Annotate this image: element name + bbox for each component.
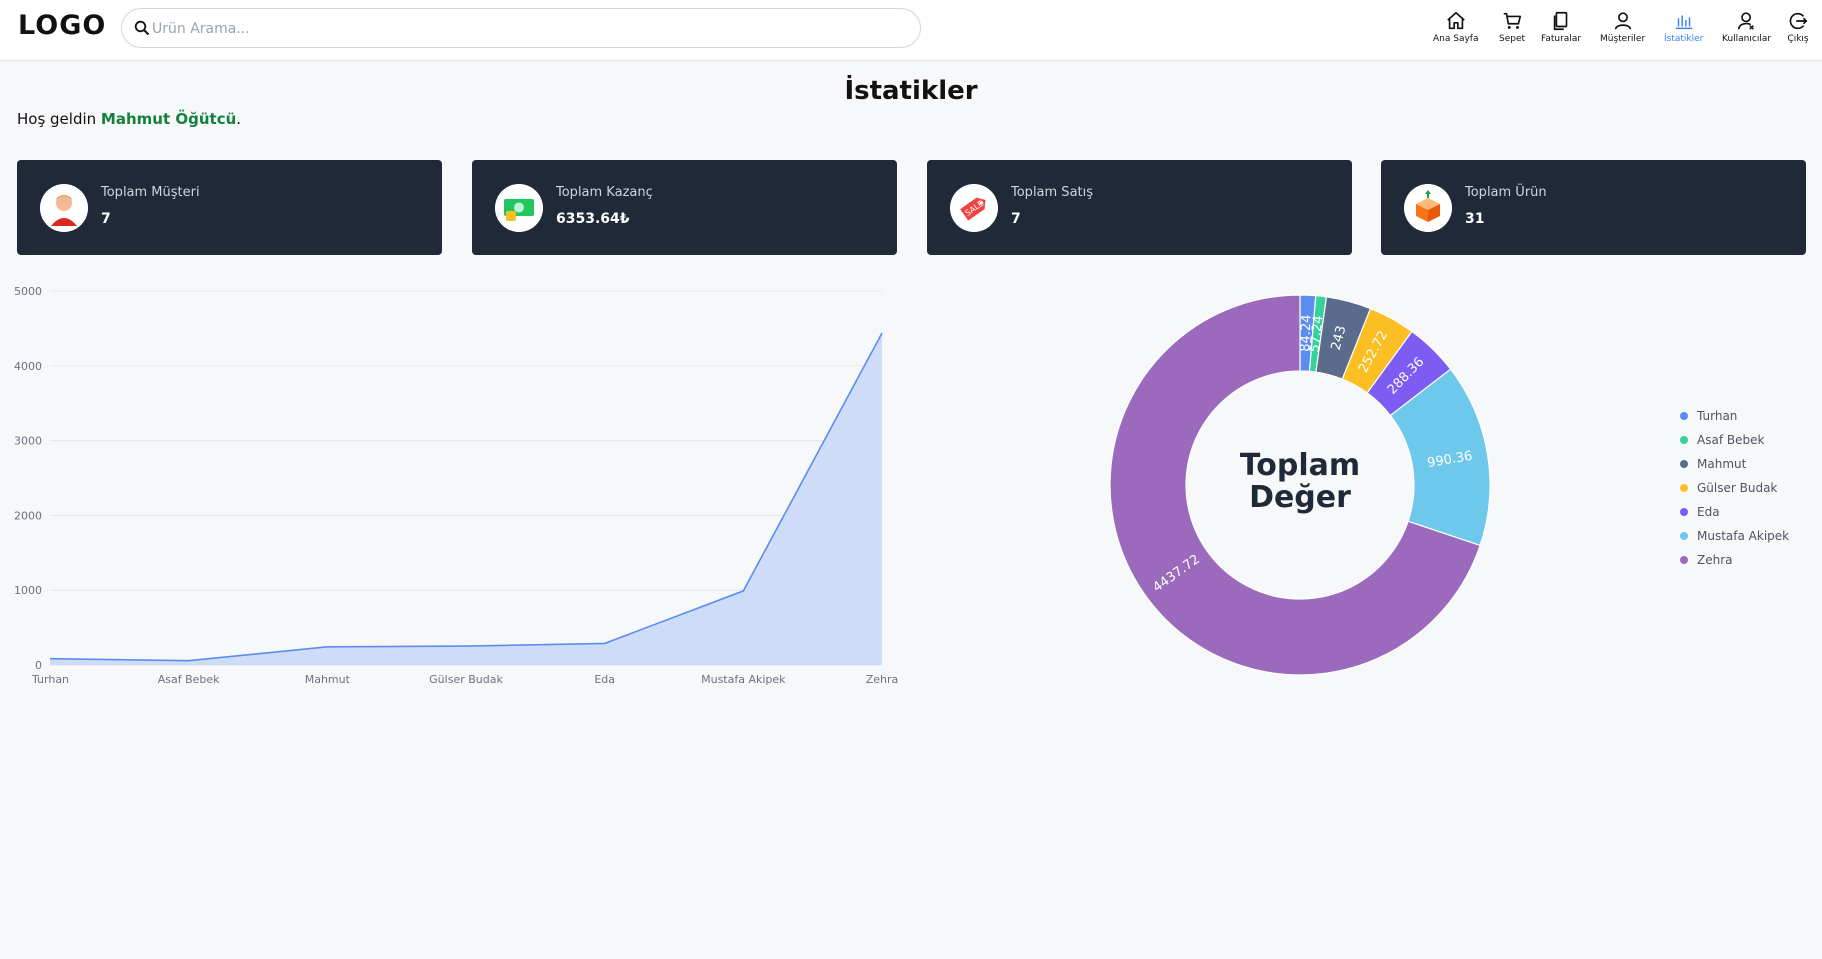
nav-invoices-label: Faturalar (1541, 34, 1582, 44)
user-name: Mahmut Öğütcü (100, 110, 237, 128)
nav-cart-label: Sepet (1499, 34, 1526, 44)
home-icon (1446, 11, 1465, 30)
stat-card-customers: Toplam Müşteri 7 (17, 160, 442, 255)
x-tick-label: Eda (594, 673, 615, 686)
legend-dot (1680, 556, 1688, 564)
x-tick-label: Asaf Bebek (158, 673, 220, 686)
area-chart: 0 1000 2000 3000 4000 5000 Turhan Asaf Bebek Mah… (14, 285, 899, 686)
legend-dot (1680, 532, 1688, 540)
y-tick-label: 0 (35, 659, 42, 672)
legend-item[interactable]: Mahmut (1680, 452, 1789, 476)
stat-value: 6353.64₺ (556, 211, 630, 227)
legend-label: Eda (1697, 505, 1720, 519)
chart-legend: Turhan Asaf Bebek Mahmut Gülser Budak Eda Mus… (1680, 404, 1789, 572)
legend-item[interactable]: Turhan (1680, 404, 1789, 428)
logout-icon (1789, 12, 1808, 30)
search-box[interactable] (121, 8, 921, 48)
stat-label: Toplam Satış (1011, 185, 1094, 200)
search-input[interactable] (152, 16, 892, 42)
legend-label: Turhan (1697, 409, 1738, 423)
logo[interactable]: LOGO (18, 10, 106, 41)
donut-center-line-2: Değer (1249, 480, 1351, 515)
nav-users-label: Kullanıcılar (1722, 34, 1772, 44)
legend-dot (1680, 460, 1688, 468)
welcome-message: Hoş geldin Mahmut Öğütcü. (17, 110, 241, 128)
stat-value: 7 (1011, 211, 1021, 227)
legend-dot (1680, 412, 1688, 420)
nav-cart[interactable]: Sepet (1499, 10, 1525, 44)
users-icon (1737, 12, 1754, 30)
nav-logout[interactable]: Çıkış (1787, 10, 1809, 44)
x-tick-label: Mahmut (305, 673, 351, 686)
legend-item[interactable]: Zehra (1680, 548, 1789, 572)
area-fill (50, 333, 882, 665)
top-bar: LOGO Ana Sayfa Sepet Faturalar Müşterile… (0, 0, 1822, 61)
legend-label: Gülser Budak (1697, 481, 1778, 495)
search-icon (134, 20, 150, 36)
welcome-prefix: Hoş geldin (17, 110, 101, 128)
stat-card-sales: SALE Toplam Satış 7 (927, 160, 1352, 255)
y-tick-label: 5000 (14, 285, 42, 298)
legend-item[interactable]: Gülser Budak (1680, 476, 1789, 500)
nav-logout-label: Çıkış (1787, 34, 1809, 44)
stat-label: Toplam Kazanç (556, 185, 653, 200)
nav-customers-label: Müşteriler (1600, 34, 1646, 44)
legend-dot (1680, 436, 1688, 444)
stat-label: Toplam Müşteri (101, 185, 200, 200)
legend-label: Zehra (1697, 553, 1733, 567)
legend-item[interactable]: Asaf Bebek (1680, 428, 1789, 452)
welcome-suffix: . (236, 110, 242, 128)
x-tick-label: Mustafa Akipek (701, 673, 786, 686)
user-icon (1614, 12, 1631, 30)
y-tick-label: 1000 (14, 584, 42, 597)
legend-dot (1680, 484, 1688, 492)
x-tick-label: Zehra (866, 673, 899, 686)
stat-card-products: Toplam Ürün 31 (1381, 160, 1806, 255)
legend-label: Mustafa Akipek (1697, 529, 1790, 543)
chart-icon (1675, 15, 1692, 30)
cart-icon (1503, 12, 1522, 29)
x-tick-label: Turhan (31, 673, 69, 686)
nav-home[interactable]: Ana Sayfa (1433, 10, 1478, 44)
legend-item[interactable]: Mustafa Akipek (1680, 524, 1789, 548)
stat-label: Toplam Ürün (1465, 185, 1547, 200)
legend-item[interactable]: Eda (1680, 500, 1789, 524)
box-icon (1404, 184, 1452, 232)
sale-tag-icon: SALE (950, 184, 998, 232)
nav-statistics[interactable]: İstatikler (1664, 10, 1703, 44)
legend-dot (1680, 508, 1688, 516)
money-icon (495, 184, 543, 232)
page-title: İstatikler (844, 76, 978, 106)
nav-customers[interactable]: Müşteriler (1600, 10, 1645, 44)
y-tick-label: 2000 (14, 509, 42, 522)
nav-users[interactable]: Kullanıcılar (1722, 10, 1771, 44)
nav-statistics-label: İstatikler (1664, 34, 1704, 44)
donut-center-title: Toplam Değer (1100, 450, 1500, 514)
customer-icon (40, 184, 88, 232)
legend-label: Asaf Bebek (1697, 433, 1765, 447)
invoice-icon (1553, 11, 1568, 31)
y-tick-label: 4000 (14, 360, 42, 373)
y-tick-label: 3000 (14, 435, 42, 448)
stat-value: 31 (1465, 211, 1485, 227)
stat-card-earnings: Toplam Kazanç 6353.64₺ (472, 160, 897, 255)
x-tick-label: Gülser Budak (429, 673, 503, 686)
donut-center-line-1: Toplam (1239, 448, 1361, 483)
stat-value: 7 (101, 211, 111, 227)
legend-label: Mahmut (1697, 457, 1747, 471)
nav-home-label: Ana Sayfa (1433, 34, 1479, 44)
nav-invoices[interactable]: Faturalar (1541, 10, 1581, 44)
